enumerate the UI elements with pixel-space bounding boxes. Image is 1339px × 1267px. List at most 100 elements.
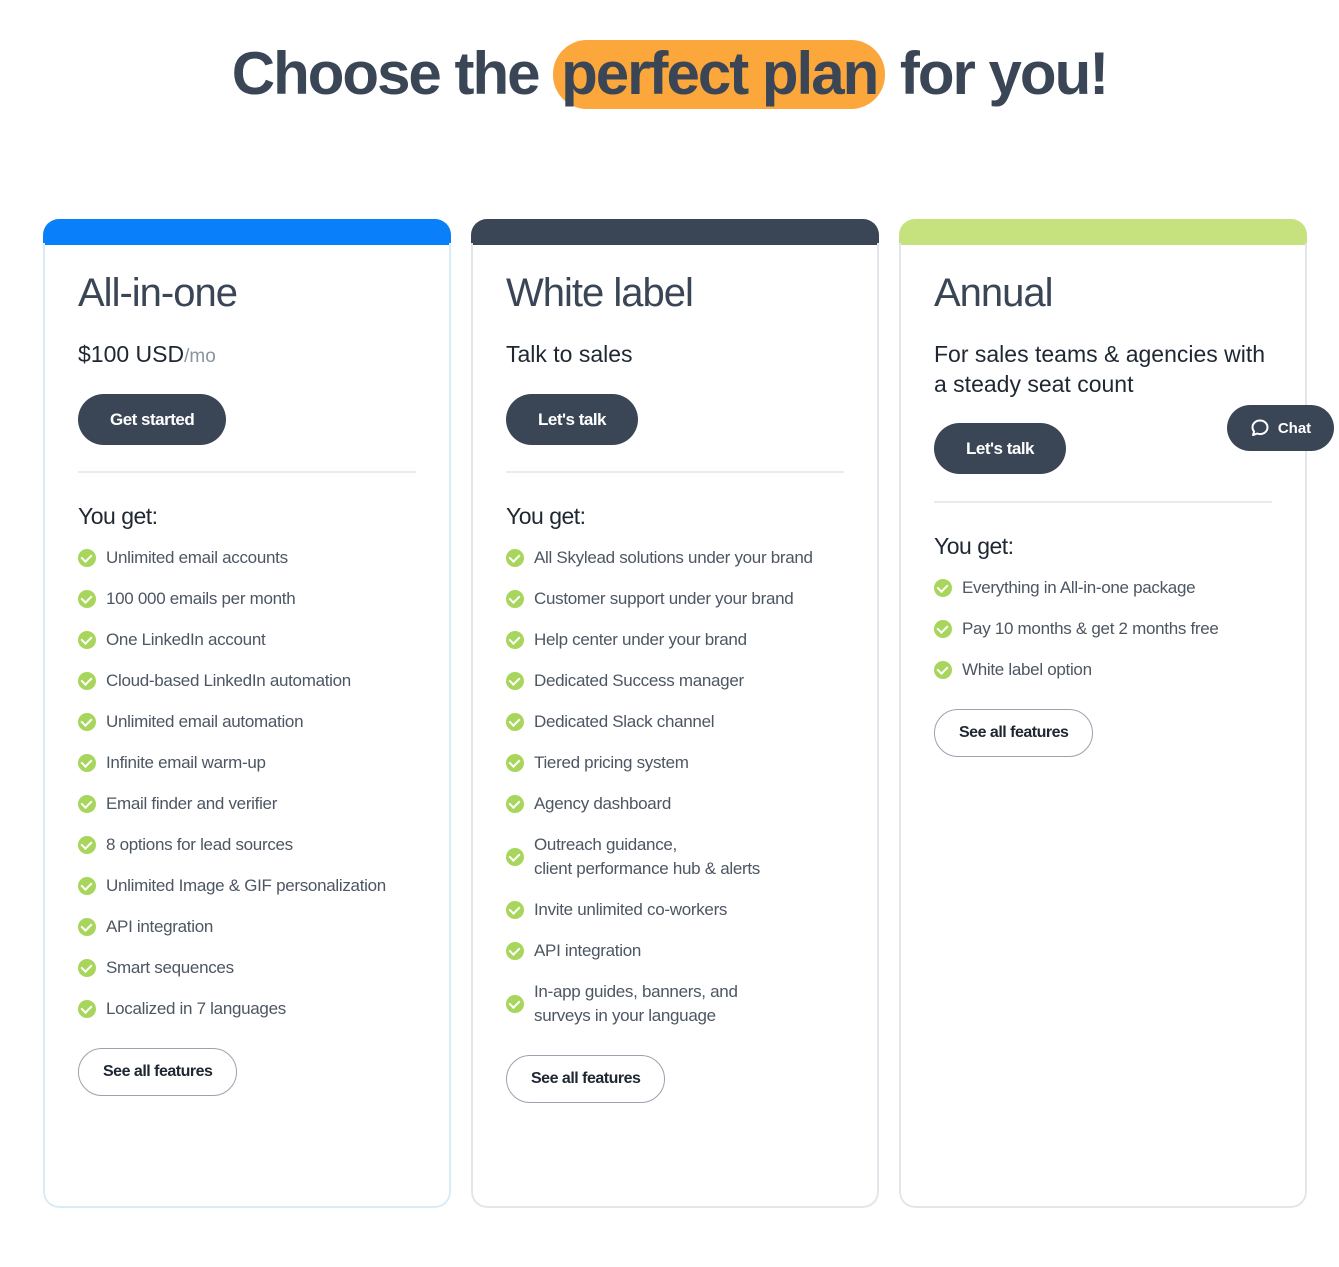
check-icon [506, 630, 524, 649]
feature-item: 8 options for lead sources [78, 824, 418, 865]
check-icon [78, 671, 96, 690]
plan-price: $100 USD/mo [78, 339, 216, 372]
feature-text: Localized in 7 languages [106, 998, 286, 1018]
check-icon [78, 999, 96, 1018]
check-icon [934, 578, 952, 597]
feature-item: White label option [934, 649, 1274, 690]
plan-name: Annual [934, 271, 1054, 315]
feature-text: Outreach guidance, client performance hu… [534, 834, 760, 878]
plan-card-all-in-one: All-in-one $100 USD/mo Get started You g… [43, 219, 451, 1208]
check-icon [78, 712, 96, 731]
check-icon [78, 835, 96, 854]
feature-text: White label option [962, 659, 1092, 679]
plan-color-bar [899, 219, 1307, 245]
check-icon [78, 753, 96, 772]
feature-text: Cloud-based LinkedIn automation [106, 670, 351, 690]
feature-item: Help center under your brand [506, 619, 846, 660]
chat-label: Chat [1277, 419, 1312, 437]
feature-text: Unlimited email accounts [106, 547, 288, 567]
feature-item: Localized in 7 languages [78, 988, 418, 1029]
see-all-features-button[interactable]: See all features [506, 1055, 666, 1103]
headline-highlight: perfect plan [553, 40, 886, 109]
feature-text: Infinite email warm-up [106, 752, 266, 772]
feature-item: Smart sequences [78, 947, 418, 988]
check-icon [506, 941, 524, 960]
get-started-button[interactable]: Get started [78, 394, 227, 445]
feature-text: API integration [534, 940, 642, 960]
check-icon [506, 794, 524, 813]
feature-item: Infinite email warm-up [78, 742, 418, 783]
check-icon [506, 589, 524, 608]
plan-description: For sales teams & agencies with a steady… [934, 341, 1266, 397]
feature-list: Unlimited email accounts 100 000 emails p… [78, 537, 418, 1029]
feature-item: Agency dashboard [506, 783, 846, 824]
headline-before: Choose the [231, 40, 541, 107]
you-get-heading: You get: [934, 533, 1014, 559]
plan-price: Talk to sales [506, 341, 633, 367]
check-icon [506, 847, 524, 866]
feature-text: Customer support under your brand [534, 588, 794, 608]
feature-text: One LinkedIn account [106, 629, 266, 649]
feature-text: Unlimited email automation [106, 711, 304, 731]
feature-item: All Skylead solutions under your brand [506, 537, 846, 578]
plan-color-bar [471, 219, 879, 245]
see-all-features-button[interactable]: See all features [934, 709, 1094, 757]
feature-item: Email finder and verifier [78, 783, 418, 824]
feature-item: Pay 10 months & get 2 months free [934, 608, 1274, 649]
feature-item: API integration [78, 906, 418, 947]
check-icon [506, 900, 524, 919]
feature-text: Invite unlimited co-workers [534, 899, 728, 919]
plan-color-bar [43, 219, 451, 245]
feature-item: Unlimited email accounts [78, 537, 418, 578]
plan-name: All-in-one [78, 271, 238, 315]
check-icon [78, 958, 96, 977]
feature-item: Invite unlimited co-workers [506, 889, 846, 930]
chat-button[interactable]: Chat [1227, 405, 1334, 451]
feature-item: Unlimited Image & GIF personalization [78, 865, 418, 906]
feature-text: Dedicated Slack channel [534, 711, 715, 731]
feature-text: 8 options for lead sources [106, 834, 293, 854]
feature-item: Everything in All-in-one package [934, 567, 1274, 608]
feature-text: Unlimited Image & GIF personalization [106, 875, 386, 895]
feature-item: Customer support under your brand [506, 578, 846, 619]
feature-text: In-app guides, banners, and surveys in y… [534, 981, 738, 1025]
check-icon [506, 753, 524, 772]
feature-text: API integration [106, 916, 214, 936]
check-icon [934, 660, 952, 679]
price-unit: /mo [184, 346, 216, 367]
check-icon [78, 876, 96, 895]
feature-item: Cloud-based LinkedIn automation [78, 660, 418, 701]
plan-name: White label [506, 271, 694, 315]
feature-text: Pay 10 months & get 2 months free [962, 618, 1219, 638]
feature-text: Help center under your brand [534, 629, 747, 649]
check-icon [78, 548, 96, 567]
check-icon [506, 548, 524, 567]
price-amount: $100 USD [78, 341, 185, 367]
feature-item: API integration [506, 930, 846, 971]
see-all-features-button[interactable]: See all features [78, 1048, 238, 1096]
feature-item: One LinkedIn account [78, 619, 418, 660]
feature-item: 100 000 emails per month [78, 578, 418, 619]
lets-talk-button[interactable]: Let's talk [934, 423, 1067, 474]
chat-bubble-icon [1251, 419, 1269, 436]
check-icon [506, 994, 524, 1013]
feature-list: All Skylead solutions under your brand Cu… [506, 537, 846, 1036]
check-icon [934, 619, 952, 638]
page-headline: Choose the perfect plan for you! [0, 38, 1339, 110]
divider [934, 501, 1272, 503]
feature-item: Outreach guidance, client performance hu… [506, 824, 846, 889]
feature-text: All Skylead solutions under your brand [534, 547, 813, 567]
feature-item: In-app guides, banners, and surveys in y… [506, 971, 846, 1036]
divider [506, 471, 844, 473]
feature-list: Everything in All-in-one package Pay 10 m… [934, 567, 1274, 690]
headline-after: for you! [899, 40, 1109, 107]
feature-text: Everything in All-in-one package [962, 577, 1196, 597]
divider [78, 471, 416, 473]
feature-text: Agency dashboard [534, 793, 671, 813]
check-icon [78, 630, 96, 649]
feature-text: Smart sequences [106, 957, 234, 977]
lets-talk-button[interactable]: Let's talk [506, 394, 639, 445]
check-icon [78, 794, 96, 813]
check-icon [506, 671, 524, 690]
you-get-heading: You get: [506, 503, 586, 529]
